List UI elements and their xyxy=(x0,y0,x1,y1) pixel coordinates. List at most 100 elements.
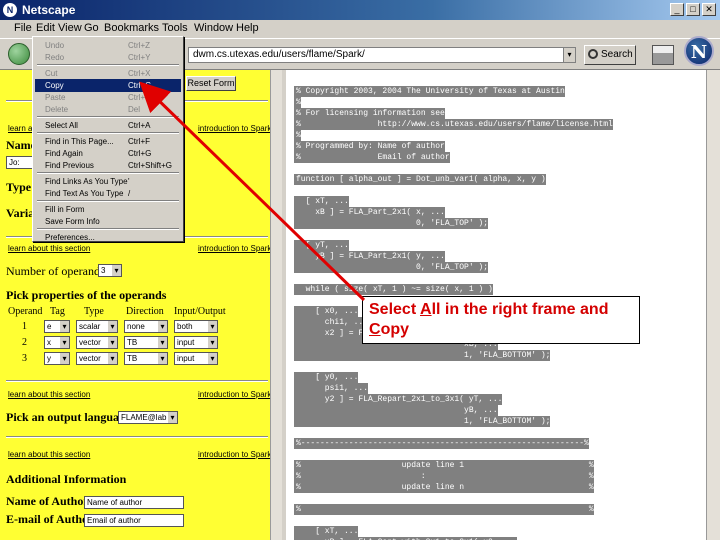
intro-spark-link[interactable]: introduction to Spark xyxy=(198,450,271,459)
io-select[interactable]: input xyxy=(174,336,218,349)
search-button-label: Search xyxy=(601,49,633,60)
code-line[interactable]: [ xT, ... xyxy=(294,526,359,537)
author-name-label: Name of Author xyxy=(6,494,89,508)
col-direction: Direction xyxy=(126,306,164,317)
code-line[interactable]: 1, 'FLA_BOTTOM' ); xyxy=(294,416,551,427)
num-operands-select[interactable]: 3 xyxy=(98,264,122,277)
tag-select[interactable]: e xyxy=(44,320,70,333)
code-line[interactable]: [ yT, ... xyxy=(294,240,349,251)
print-icon[interactable] xyxy=(652,45,674,65)
col-operand: Operand xyxy=(8,306,43,317)
io-select[interactable]: both xyxy=(174,320,218,333)
menu-window[interactable]: Window xyxy=(194,22,233,34)
menu-edit[interactable]: Edit xyxy=(36,22,55,34)
netscape-logo[interactable]: N xyxy=(684,36,714,66)
code-line[interactable]: % xyxy=(294,97,301,108)
tag-select[interactable]: x xyxy=(44,336,70,349)
code-line[interactable]: %---------------------------------------… xyxy=(294,438,589,449)
minimize-button[interactable]: _ xyxy=(670,3,684,16)
learn-section-link[interactable]: learn about this section xyxy=(8,450,90,459)
code-line[interactable]: % Programmed by: Name of author xyxy=(294,141,445,152)
code-line[interactable]: % update line n % xyxy=(294,482,594,493)
code-line[interactable]: % update line 1 % xyxy=(294,460,594,471)
type-select[interactable]: scalar xyxy=(76,320,118,333)
menu-separator xyxy=(37,172,179,174)
code-line[interactable]: % % xyxy=(294,504,594,515)
url-input[interactable]: dwm.cs.utexas.edu/users/flame/Spark/ xyxy=(188,47,568,63)
code-line[interactable]: y2 ] = FLA_Repart_2x1_to_3x1( yT, ... xyxy=(294,394,503,405)
code-line[interactable]: [ x0, ... xyxy=(294,306,359,317)
menu-help[interactable]: Help xyxy=(236,22,259,34)
intro-spark-link[interactable]: introduction to Spark xyxy=(198,390,271,399)
col-tag: Tag xyxy=(50,306,65,317)
tag-select[interactable]: y xyxy=(44,352,70,365)
intro-spark-link[interactable]: introduction to Spark xyxy=(198,124,271,133)
reset-form-button[interactable]: Reset Form xyxy=(186,76,236,91)
code-line[interactable]: while ( size( xT, 1 ) ~= size( x, 1 ) ) xyxy=(294,284,493,295)
variant-label: Varia xyxy=(6,206,35,220)
maximize-button[interactable]: □ xyxy=(686,3,700,16)
code-line[interactable]: function [ alpha_out ] = Dot_unb_var1( a… xyxy=(294,174,546,185)
menu-separator xyxy=(37,64,179,66)
code-line[interactable]: 0, 'FLA_TOP' ); xyxy=(294,218,489,229)
type-select[interactable]: vector xyxy=(76,336,118,349)
code-line[interactable]: % : % xyxy=(294,471,594,482)
menu-file[interactable]: File xyxy=(14,22,32,34)
io-select[interactable]: input xyxy=(174,352,218,365)
direction-select[interactable]: TB xyxy=(124,352,168,365)
menu-item-shortcut: Ctrl+Y xyxy=(128,53,151,62)
author-email-input[interactable]: Email of author xyxy=(84,514,184,527)
close-button[interactable]: ✕ xyxy=(702,3,716,16)
row-number: 1 xyxy=(22,321,27,332)
menu-view[interactable]: View xyxy=(58,22,82,34)
output-language-select[interactable]: FLAME@lab xyxy=(118,411,178,424)
menu-item-label: Select All xyxy=(45,121,78,130)
code-line[interactable]: % Copyright 2003, 2004 The University of… xyxy=(294,86,565,97)
edit-menu-dropdown: Undo Ctrl+Z Redo Ctrl+Y Cut Ctrl+X Copy Ctrl+C P… xyxy=(32,36,184,242)
menu-item-shortcut: Del xyxy=(128,105,141,114)
code-line[interactable]: psi1, ... xyxy=(294,383,369,394)
menu-item-label: Find Text As You Type xyxy=(45,189,124,198)
url-history-dropdown[interactable]: ▾ xyxy=(563,47,576,63)
back-icon[interactable] xyxy=(8,43,30,65)
edit-menu-item[interactable]: Delete Del xyxy=(35,103,181,116)
menu-bookmarks[interactable]: Bookmarks xyxy=(104,22,159,34)
left-frame-scrollbar[interactable] xyxy=(270,70,282,540)
code-line[interactable]: xB ] = FLA_Part_2x1( x, ... xyxy=(294,207,445,218)
type-label: Type xyxy=(6,180,32,194)
right-frame-scrollbar[interactable] xyxy=(706,70,720,540)
edit-menu-item[interactable]: Preferences... xyxy=(35,231,181,244)
code-line[interactable]: chi1, ... xyxy=(294,317,369,328)
code-line[interactable]: yB ] = FLA_Part_2x1( y, ... xyxy=(294,251,445,262)
code-line[interactable]: [ y0, ... xyxy=(294,372,359,383)
code-line[interactable]: % http://www.cs.utexas.edu/users/flame/l… xyxy=(294,119,613,130)
callout-line-2: Copy xyxy=(369,321,410,338)
edit-menu-item[interactable]: Save Form Info xyxy=(35,215,181,228)
direction-select[interactable]: none xyxy=(124,320,168,333)
menu-tools[interactable]: Tools xyxy=(162,22,188,34)
edit-menu-item[interactable]: Select All Ctrl+A xyxy=(35,119,181,132)
menu-go[interactable]: Go xyxy=(84,22,99,34)
author-name-input[interactable]: Name of author xyxy=(84,496,184,509)
type-select[interactable]: vector xyxy=(76,352,118,365)
code-line[interactable]: % For licensing information see xyxy=(294,108,445,119)
code-line[interactable]: 1, 'FLA_BOTTOM' ); xyxy=(294,350,551,361)
row-number: 3 xyxy=(22,353,27,364)
pick-properties-label: Pick properties of the operands xyxy=(6,288,167,302)
edit-menu-item[interactable]: Find Text As You Type / xyxy=(35,187,181,200)
menu-item-label: Redo xyxy=(45,53,65,62)
code-line[interactable]: % xyxy=(294,130,301,141)
intro-spark-link[interactable]: introduction to Spark xyxy=(198,244,271,253)
callout-line-1: Select All in the right frame and xyxy=(369,301,609,318)
code-line[interactable]: % Email of author xyxy=(294,152,450,163)
edit-menu-item[interactable]: Find Previous Ctrl+Shift+G xyxy=(35,159,181,172)
code-line[interactable]: [ xT, ... xyxy=(294,196,349,207)
edit-menu-item[interactable]: Redo Ctrl+Y xyxy=(35,51,181,64)
learn-section-link[interactable]: learn about this section xyxy=(8,244,90,253)
code-line[interactable]: 0, 'FLA_TOP' ); xyxy=(294,262,489,273)
direction-select[interactable]: TB xyxy=(124,336,168,349)
learn-section-link[interactable]: learn about this section xyxy=(8,390,90,399)
code-line[interactable]: yB, ... xyxy=(294,405,498,416)
search-button[interactable]: Search xyxy=(584,45,636,65)
menu-item-label: Find Previous xyxy=(45,161,94,170)
